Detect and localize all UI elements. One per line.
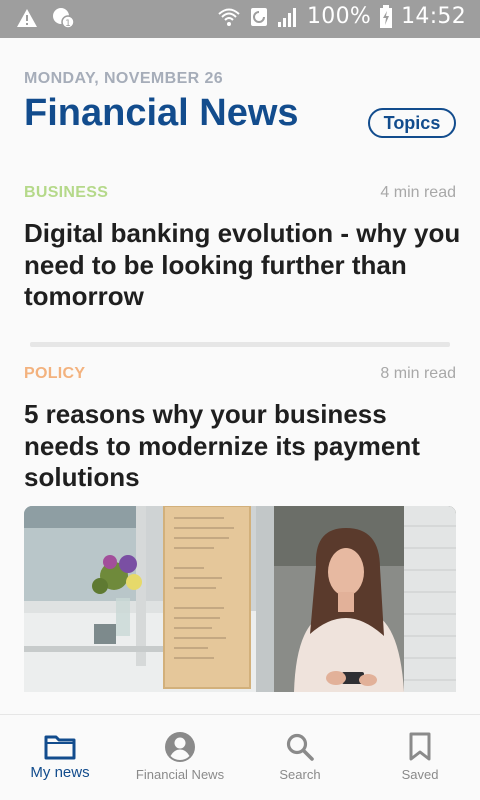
svg-text:1: 1 — [65, 19, 71, 29]
article-headline[interactable]: 5 reasons why your business needs to mod… — [24, 399, 464, 494]
nav-item-saved[interactable]: Saved — [360, 715, 480, 800]
date-label: MONDAY, NOVEMBER 26 — [24, 70, 224, 87]
article-headline[interactable]: Digital banking evolution - why you need… — [24, 218, 464, 313]
nav-item-my-news[interactable]: My news — [0, 715, 120, 800]
article-image[interactable] — [24, 506, 456, 692]
search-icon — [280, 729, 320, 765]
bottom-navigation: My news Financial News Search Saved — [0, 714, 480, 800]
topics-button[interactable]: Topics — [368, 108, 456, 138]
article-category: BUSINESS — [24, 184, 109, 201]
article-read-time: 8 min read — [380, 365, 456, 382]
data-sync-icon — [250, 7, 267, 26]
notification-icon: 1 — [53, 8, 75, 29]
status-bar: 1 100% 14:52 — [0, 0, 480, 38]
article-photo — [24, 506, 456, 692]
article-read-time: 4 min read — [380, 184, 456, 201]
article-divider — [30, 342, 450, 347]
signal-icon — [277, 7, 296, 27]
bookmark-icon — [400, 729, 440, 765]
nav-label: Search — [279, 767, 321, 782]
wifi-icon — [218, 8, 240, 26]
clock: 14:52 — [401, 4, 466, 29]
warning-icon — [17, 9, 37, 27]
folder-icon — [40, 729, 80, 765]
nav-item-search[interactable]: Search — [240, 715, 360, 800]
account-circle-icon — [160, 729, 200, 765]
battery-percentage: 100% — [306, 4, 372, 29]
nav-item-financial-news[interactable]: Financial News — [120, 715, 240, 800]
nav-label: Saved — [401, 767, 439, 782]
page-title: Financial News — [24, 92, 299, 134]
battery-charging-icon — [380, 4, 393, 28]
article-category: POLICY — [24, 365, 86, 382]
nav-label: My news — [30, 764, 90, 781]
nav-label: Financial News — [135, 767, 225, 782]
